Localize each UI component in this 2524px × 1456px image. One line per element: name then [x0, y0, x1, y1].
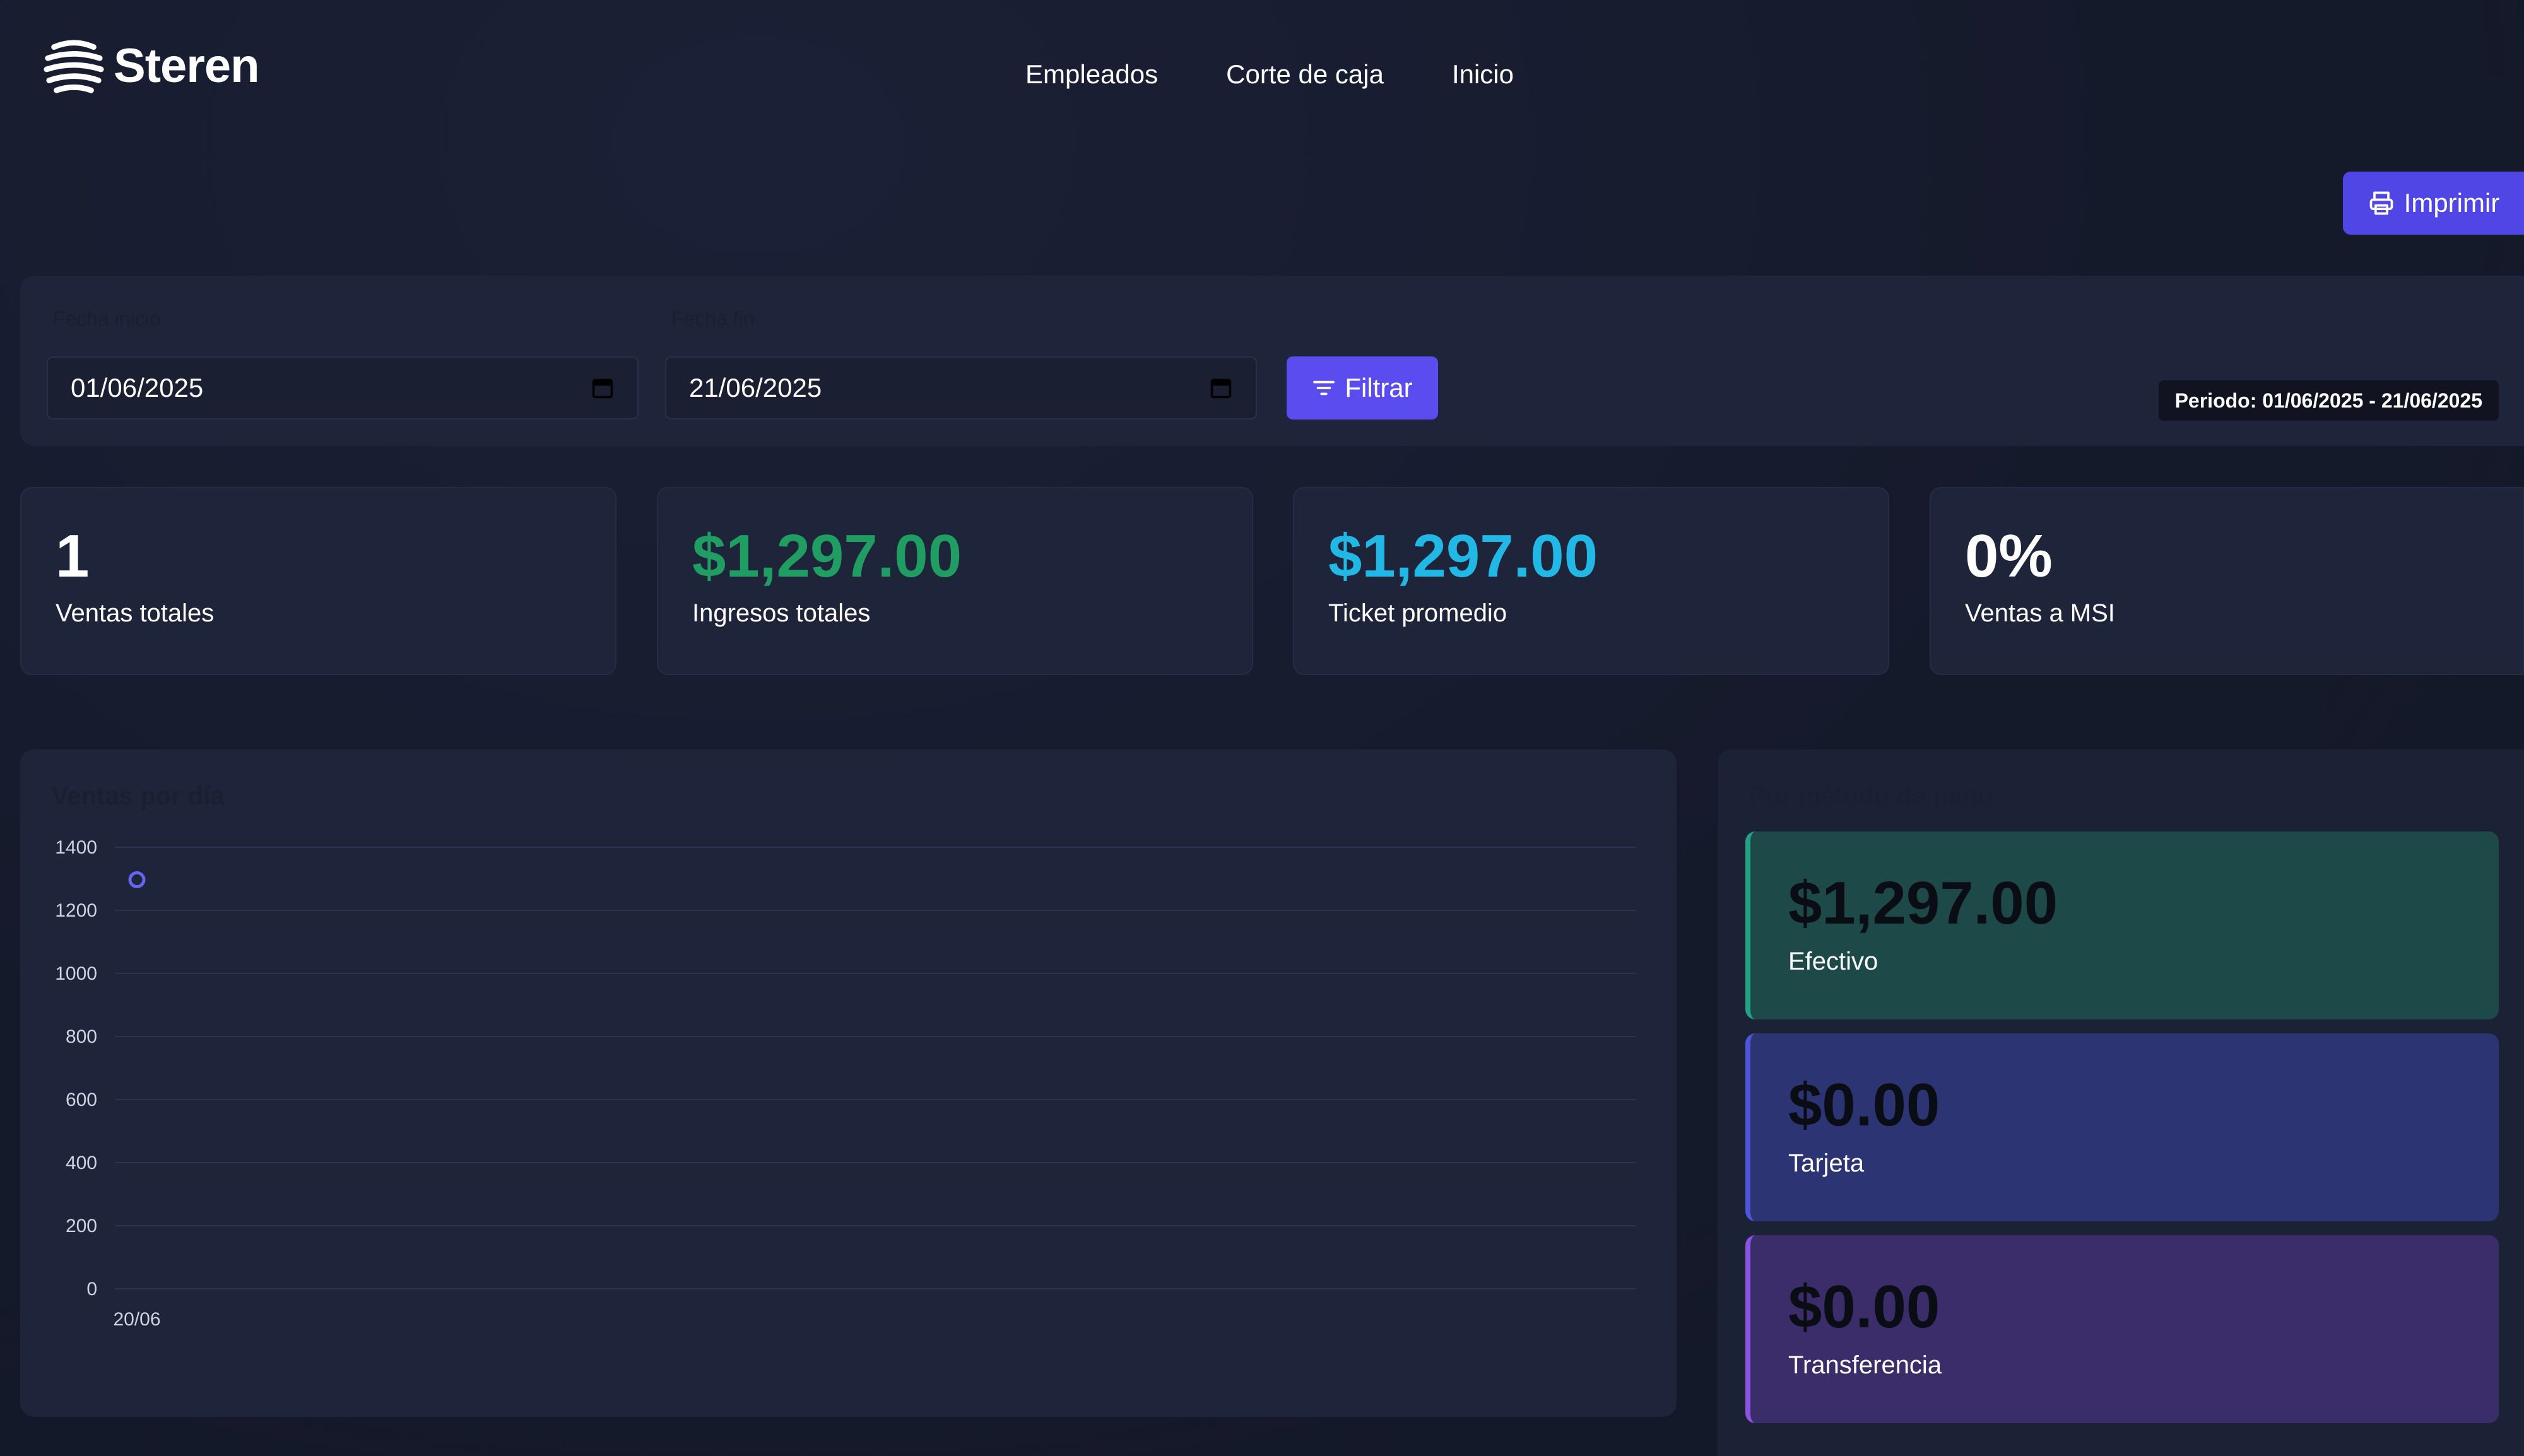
y-tick-label: 1200: [55, 900, 97, 921]
y-tick-label: 800: [66, 1026, 97, 1047]
stat-value: 1: [56, 522, 90, 590]
stat-label: Ventas totales: [56, 599, 215, 627]
payment-label: Transferencia: [1788, 1351, 1942, 1379]
stat-card-ventas-msi: 0% Ventas a MSI: [1930, 487, 2524, 675]
filter-panel: Fecha inicio Fecha fin 01/06/2025 21/06/…: [20, 276, 2524, 446]
start-date-label: Fecha inicio: [53, 307, 161, 330]
sales-chart-panel: Ventas por día 1400 1200 1000 800 600 400 200 0…: [20, 749, 1677, 1417]
stat-label: Ventas a MSI: [1965, 599, 2115, 627]
payment-label: Efectivo: [1788, 948, 1878, 975]
stat-card-ingresos-totales: $1,297.00 Ingresos totales: [657, 487, 1253, 675]
period-badge: Periodo: 01/06/2025 - 21/06/2025: [2158, 380, 2499, 421]
y-tick-label: 400: [66, 1153, 97, 1173]
end-date-value: 21/06/2025: [689, 373, 822, 402]
payment-card-tarjeta: $0.00 Tarjeta: [1745, 1033, 2499, 1221]
stat-value: 0%: [1965, 522, 2053, 590]
payment-label: Tarjeta: [1788, 1149, 1865, 1177]
end-date-input[interactable]: 21/06/2025: [665, 356, 1257, 420]
data-point[interactable]: [128, 871, 146, 888]
nav-item-inicio[interactable]: Inicio: [1452, 59, 1514, 90]
nav-item-empleados[interactable]: Empleados: [1025, 59, 1158, 90]
y-tick-label: 0: [86, 1279, 97, 1300]
calendar-icon[interactable]: [1209, 377, 1233, 399]
steren-logo-icon: [44, 40, 104, 93]
payment-value: $0.00: [1788, 1273, 1940, 1341]
filter-button[interactable]: Filtrar: [1287, 356, 1438, 420]
payments-title: Por método de pago: [1749, 782, 1993, 810]
y-tick-label: 200: [66, 1216, 97, 1236]
stat-label: Ticket promedio: [1328, 599, 1507, 627]
payment-card-efectivo: $1,297.00 Efectivo: [1745, 831, 2499, 1019]
stat-label: Ingresos totales: [692, 599, 871, 627]
stat-value: $1,297.00: [692, 522, 962, 590]
payment-value: $1,297.00: [1788, 869, 2058, 937]
end-date-label: Fecha fin: [671, 307, 755, 330]
brand-logo[interactable]: Steren: [43, 35, 260, 96]
stat-card-ventas-totales: 1 Ventas totales: [20, 487, 616, 675]
top-nav: Empleados Corte de caja Inicio: [1025, 59, 1514, 90]
payment-card-transferencia: $0.00 Transferencia: [1745, 1235, 2499, 1423]
brand-name: Steren: [114, 38, 260, 93]
printer-icon: [2369, 191, 2393, 215]
start-date-value: 01/06/2025: [71, 373, 204, 402]
print-button[interactable]: Imprimir: [2343, 172, 2524, 235]
payment-value: $0.00: [1788, 1071, 1940, 1139]
dashboard-page: Steren Empleados Corte de caja Inicio Im…: [0, 0, 2524, 1456]
x-tick-label: 20/06: [113, 1309, 160, 1330]
start-date-input[interactable]: 01/06/2025: [47, 356, 639, 420]
filter-button-label: Filtrar: [1345, 373, 1413, 402]
nav-item-corte-de-caja[interactable]: Corte de caja: [1226, 59, 1384, 90]
y-tick-label: 1400: [55, 837, 97, 858]
stat-card-ticket-promedio: $1,297.00 Ticket promedio: [1293, 487, 1889, 675]
sales-line-chart: 1400 1200 1000 800 600 400 200 0 20/06: [55, 837, 1636, 1330]
payment-methods-panel: Por método de pago $1,297.00 Efectivo $0…: [1718, 749, 2524, 1456]
stat-value: $1,297.00: [1328, 522, 1598, 590]
calendar-icon[interactable]: [591, 377, 615, 399]
print-button-label: Imprimir: [2403, 188, 2500, 218]
y-tick-label: 1000: [55, 963, 97, 984]
filter-icon: [1313, 380, 1335, 396]
y-tick-label: 600: [66, 1089, 97, 1110]
